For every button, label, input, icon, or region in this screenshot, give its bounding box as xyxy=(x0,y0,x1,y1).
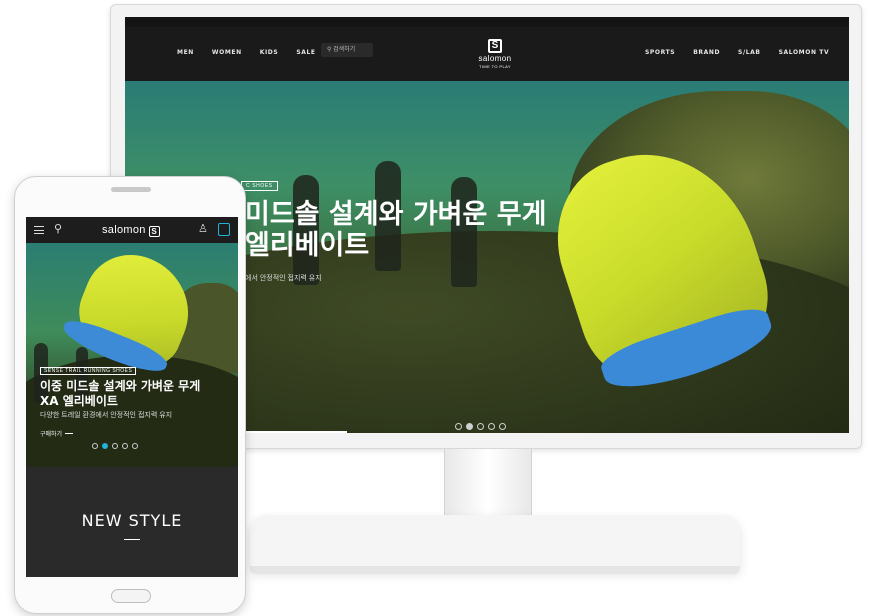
logo-mark-icon: S xyxy=(488,39,502,53)
new-style-section[interactable]: NEW STYLE xyxy=(26,467,238,577)
device-mockup-stage: MEN WOMEN KIDS SALE ⚲ 검색하기 S salomon TIM… xyxy=(0,0,869,616)
search-input[interactable]: ⚲ 검색하기 xyxy=(321,43,373,57)
nav-item-men[interactable]: MEN xyxy=(177,49,194,56)
mobile-header: ⚲ salomon S ♙ xyxy=(26,217,238,243)
slide-dot[interactable] xyxy=(477,423,484,430)
nav-item-kids[interactable]: KIDS xyxy=(260,49,279,56)
cart-icon[interactable] xyxy=(218,223,230,236)
slide-dot[interactable] xyxy=(92,443,98,449)
monitor-stand-base xyxy=(250,515,740,571)
phone-speaker xyxy=(111,187,151,192)
slide-dot-active[interactable] xyxy=(466,423,473,430)
slide-dot[interactable] xyxy=(499,423,506,430)
mobile-screen: ⚲ salomon S ♙ SENSE TRAIL RUNNING SHOES 이… xyxy=(26,217,238,577)
slide-dot[interactable] xyxy=(488,423,495,430)
mobile-hero-subtitle: 다양한 트레일 환경에서 안정적인 접지력 유지 xyxy=(40,412,173,419)
hero-subtitle: 에서 안정적인 접지력 유지 xyxy=(245,275,322,282)
nav-right-menu: SPORTS BRAND S/LAB SALOMON TV xyxy=(645,49,829,56)
search-icon: ⚲ xyxy=(327,47,332,53)
nav-item-slab[interactable]: S/LAB xyxy=(738,49,761,56)
slide-dot[interactable] xyxy=(122,443,128,449)
main-navbar: MEN WOMEN KIDS SALE ⚲ 검색하기 S salomon TIM… xyxy=(125,27,849,81)
search-icon[interactable]: ⚲ xyxy=(54,222,62,235)
mobile-brand-word: salomon xyxy=(102,224,146,236)
buy-link-label: 구매하기 xyxy=(40,432,63,438)
user-icon[interactable]: ♙ xyxy=(198,222,208,235)
hero-title-line2: 엘리베이트 xyxy=(245,230,370,261)
nav-item-salomon-tv[interactable]: SALOMON TV xyxy=(779,49,830,56)
new-style-heading: NEW STYLE xyxy=(81,511,183,530)
nav-item-sports[interactable]: SPORTS xyxy=(645,49,675,56)
buy-link[interactable]: 구매하기 xyxy=(40,429,74,438)
hero-title-line1: 미드솔 설계와 가벼운 무게 xyxy=(245,199,547,230)
mobile-slider-dots xyxy=(92,443,138,449)
logo-tagline: TIME TO PLAY xyxy=(479,64,511,69)
mobile-hero-title: 이중 미드솔 설계와 가벼운 무게 XA 엘리베이트 xyxy=(40,379,200,409)
slider-dots xyxy=(455,423,506,430)
mobile-phone: ⚲ salomon S ♙ SENSE TRAIL RUNNING SHOES 이… xyxy=(14,176,246,614)
slide-dot[interactable] xyxy=(455,423,462,430)
hamburger-menu-icon[interactable] xyxy=(34,226,44,234)
mobile-hero-tagline: SENSE TRAIL RUNNING SHOES xyxy=(40,367,137,375)
nav-item-sale[interactable]: SALE xyxy=(296,49,315,56)
search-placeholder: 검색하기 xyxy=(333,47,356,53)
nav-item-women[interactable]: WOMEN xyxy=(212,49,242,56)
hero-title: 미드솔 설계와 가벼운 무게 엘리베이트 xyxy=(245,199,546,261)
phone-home-button[interactable] xyxy=(111,589,151,603)
mobile-brand-logo[interactable]: salomon S xyxy=(102,224,160,237)
slide-dot-active[interactable] xyxy=(102,443,108,449)
arrow-right-icon xyxy=(65,433,74,434)
monitor-stand-base-edge xyxy=(250,566,740,574)
hero-tagline: C SHOES xyxy=(241,181,278,191)
utility-bar xyxy=(125,17,849,27)
mobile-hero-title-line2: XA 엘리베이트 xyxy=(40,394,118,408)
slide-dot[interactable] xyxy=(112,443,118,449)
logo-mark-icon: S xyxy=(148,226,160,237)
logo-word: salomon xyxy=(478,54,512,63)
mobile-hero-title-line1: 이중 미드솔 설계와 가벼운 무게 xyxy=(40,379,201,393)
nav-item-brand[interactable]: BRAND xyxy=(693,49,720,56)
brand-logo[interactable]: S salomon TIME TO PLAY xyxy=(465,35,525,69)
nav-left-menu: MEN WOMEN KIDS SALE xyxy=(177,49,316,56)
mobile-hero-banner[interactable]: SENSE TRAIL RUNNING SHOES 이중 미드솔 설계와 가벼운… xyxy=(26,243,238,467)
slide-dot[interactable] xyxy=(132,443,138,449)
heading-underline xyxy=(124,539,140,540)
monitor-stand-neck xyxy=(444,449,532,515)
